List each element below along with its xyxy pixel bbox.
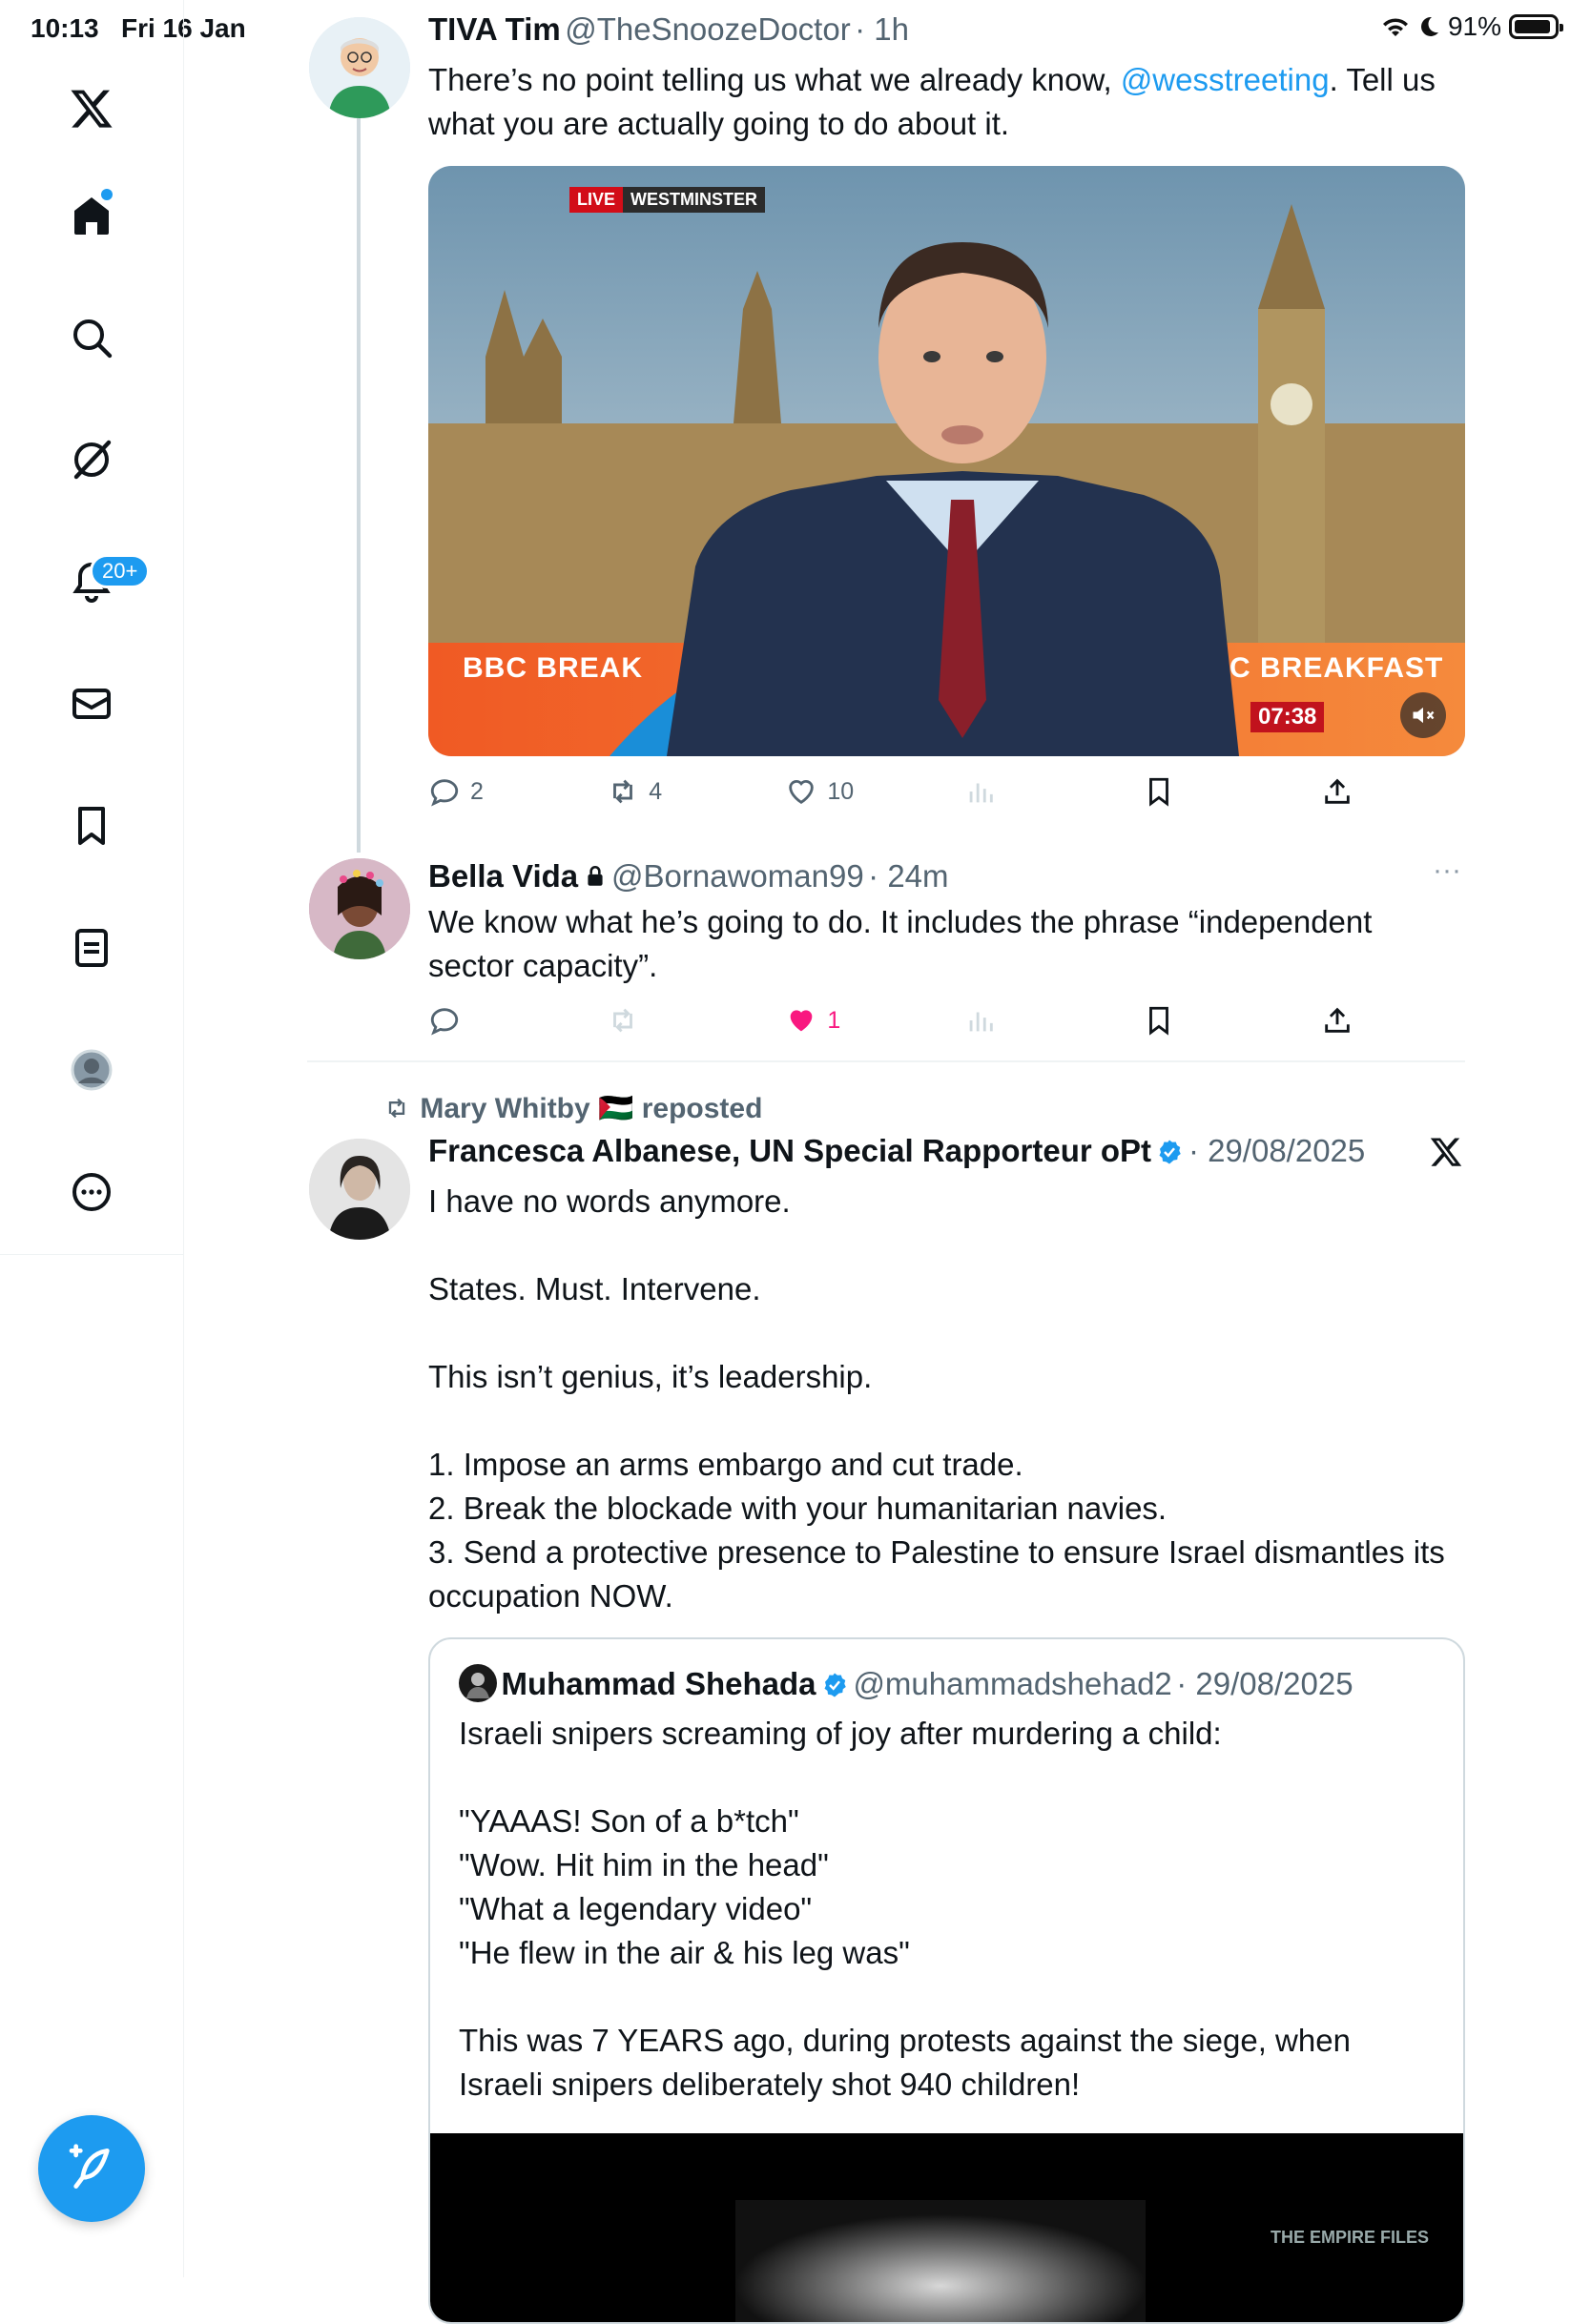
heart-icon [789,780,815,805]
verified-badge-icon [1159,1140,1182,1164]
share-button[interactable] [1321,1004,1353,1037]
quoted-time[interactable]: · 29/08/2025 [1176,1666,1353,1701]
reply-icon [430,1008,459,1036]
broadcast-clock: 07:38 [1250,702,1325,732]
grok-icon[interactable] [61,429,122,490]
lock-icon [588,865,603,886]
views-bar-chart-icon [969,783,993,803]
reply-icon [430,779,459,807]
reply-button[interactable]: 2 [428,775,505,808]
thread-connector-line [357,118,361,853]
verified-badge-icon [824,1673,846,1697]
post-bella-vida[interactable]: Bella Vida @Bornawoman99 · 24m ··· We kn… [307,849,1465,1059]
bookmark-icon [1148,1006,1168,1036]
repost-button-disabled [607,1004,683,1037]
x-logo-icon[interactable] [61,78,122,139]
post-tiva-tim[interactable]: TIVA Tim @TheSnoozeDoctor · 1h There’s n… [307,0,1465,853]
post-video[interactable]: LIVE WESTMINSTER BBC BREAK C BREAKFAST 07… [428,166,1465,756]
display-name[interactable]: Bella Vida [428,858,578,894]
quoted-handle[interactable]: @muhammadshehad2 [853,1666,1171,1701]
bookmark-icon [1148,777,1168,807]
sidebar-divider [0,1254,183,1255]
home-unread-dot [101,189,113,200]
display-name[interactable]: TIVA Tim [428,11,561,47]
x-affiliation-icon [1429,1135,1463,1174]
mute-button[interactable] [1400,692,1446,738]
lists-icon[interactable] [61,917,122,978]
like-button[interactable]: 10 [785,775,861,808]
post-text: There’s no point telling us what we alre… [428,62,1445,141]
notifications-badge: 20+ [90,554,151,588]
views-button[interactable] [964,1004,1041,1037]
post-text: We know what he’s going to do. It includ… [428,904,1381,983]
post-text: I have no words anymore. States. Must. I… [428,1183,1445,1614]
quoted-post-text: Israeli snipers screaming of joy after m… [459,1716,1351,2102]
post-divider [307,1060,1465,1062]
muted-speaker-icon [1413,707,1435,724]
share-upload-icon [1325,778,1350,804]
repost-icon [613,779,633,804]
post-header: TIVA Tim @TheSnoozeDoctor · 1h [428,11,909,48]
doctor-avatar-illustration [309,17,410,118]
avatar-bella-vida[interactable] [309,858,410,959]
display-name[interactable]: Francesca Albanese, UN Special Rapporteu… [428,1133,1151,1168]
video-watermark: THE EMPIRE FILES [1270,2228,1429,2247]
bookmark-button[interactable] [1143,1004,1219,1037]
avatar-francesca-albanese[interactable] [309,1139,410,1240]
avatar-illustration [309,858,410,959]
ticker-right-text: C BREAKFAST [1229,652,1444,684]
post-time[interactable]: · 24m [868,858,948,894]
quoted-post-header: Muhammad Shehada @muhammadshehad2 · 29/0… [459,1664,1353,1702]
heart-filled-icon [791,1010,813,1032]
post-actions: 2 4 10 [428,775,1353,808]
battery-icon [1509,14,1563,39]
search-icon[interactable] [61,307,122,368]
reply-button[interactable] [428,1004,505,1037]
profile-avatar-icon[interactable] [61,1039,122,1100]
post-time[interactable]: · 29/08/2025 [1188,1133,1365,1168]
reposted-by-text[interactable]: Mary Whitby 🇵🇸 reposted [420,1093,762,1124]
repost-button[interactable]: 4 [607,775,683,808]
more-menu-button[interactable]: ··· [1433,854,1461,887]
compose-feather-icon [69,2144,110,2189]
post-header: Bella Vida @Bornawoman99 · 24m [428,858,949,895]
quoted-post-muhammad-shehada[interactable]: Muhammad Shehada @muhammadshehad2 · 29/0… [428,1637,1465,2324]
repost-context: Mary Whitby 🇵🇸 reposted [382,1092,762,1125]
messages-envelope-icon[interactable] [61,673,122,734]
like-button-active[interactable]: 1 [785,1004,861,1037]
compose-post-button[interactable] [38,2115,145,2222]
post-francesca-albanese[interactable]: Mary Whitby 🇵🇸 reposted Francesca Albane… [307,1078,1465,2324]
avatar-photo [309,1139,410,1240]
sidebar: 20+ [0,0,184,2277]
avatar-tiva-tim[interactable] [309,17,410,118]
post-actions: 1 [428,1004,1353,1037]
quoted-video[interactable]: THE EMPIRE FILES [430,2133,1463,2322]
ticker-left-text: BBC BREAK [463,652,643,684]
handle[interactable]: @TheSnoozeDoctor [565,11,850,47]
post-time[interactable]: · 1h [855,11,909,47]
bookmarks-icon[interactable] [61,795,122,856]
quoted-avatar[interactable] [459,1664,497,1702]
live-badge: LIVE WESTMINSTER [569,187,766,213]
repost-icon [388,1098,405,1119]
mention-link[interactable]: @wesstreeting [1121,62,1330,97]
quoted-display-name[interactable]: Muhammad Shehada [501,1666,816,1701]
share-button[interactable] [1321,775,1353,808]
more-options-icon[interactable] [61,1162,122,1223]
views-bar-chart-icon [969,1012,993,1032]
post-header: Francesca Albanese, UN Special Rapporteu… [428,1133,1365,1169]
bookmark-button[interactable] [1143,775,1219,808]
home-icon[interactable] [61,185,122,246]
handle[interactable]: @Bornawoman99 [611,858,864,894]
views-button[interactable] [964,775,1041,808]
share-upload-icon [1325,1007,1350,1033]
repost-icon [613,1008,633,1033]
